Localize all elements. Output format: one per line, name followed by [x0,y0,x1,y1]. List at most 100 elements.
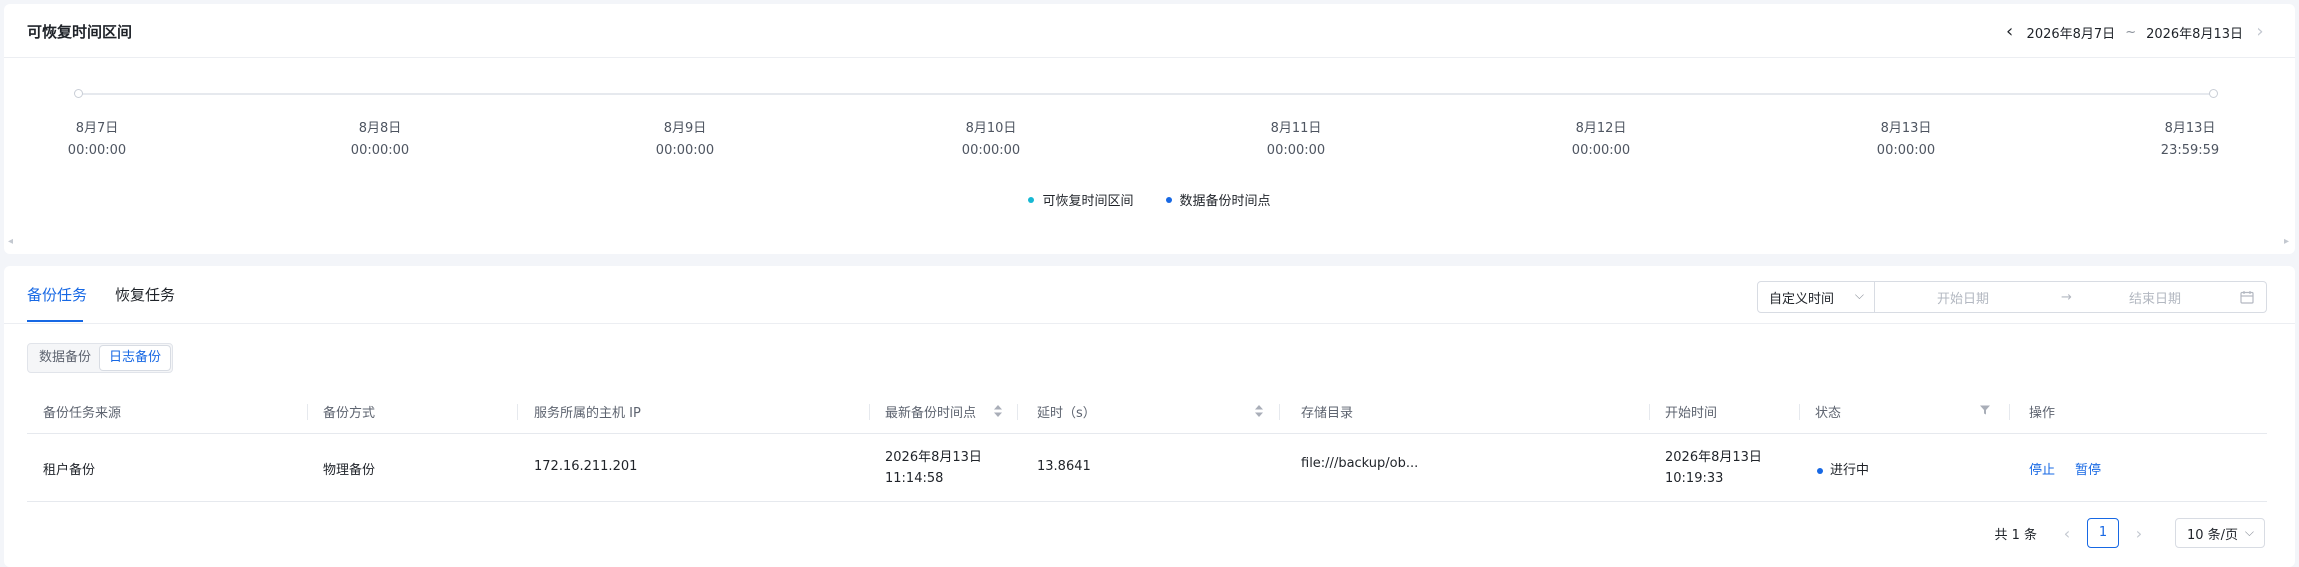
cell-latest-time: 11:14:58 [885,471,944,486]
tick-date: 8月10日 [965,121,1017,136]
sort-icon[interactable] [1254,403,1264,419]
tick-time: 00:00:00 [1876,143,1936,158]
cell-delay: 13.8641 [1037,459,1091,474]
date-range-navigator: ‹ 2026年8月7日 ~ 2026年8月13日 › [1999,20,2271,44]
scroll-left-icon[interactable]: ◂ [8,236,13,247]
timeline-end-marker-icon [2209,89,2218,98]
column-divider [869,404,870,420]
column-header-start-time: 开始时间 [1665,406,1718,421]
tick-time: 00:00:00 [350,143,410,158]
tick-time: 23:59:59 [2160,143,2220,158]
timeline-tick: 8月13日 23:59:59 [2120,118,2260,162]
timeline-tick: 8月13日 00:00:00 [1836,118,1976,162]
page-button-current[interactable]: 1 [2087,518,2119,548]
table-header: 备份任务来源 备份方式 服务所属的主机 IP 最新备份时间点 延时（s） 存储目… [27,389,2267,434]
range-start-text: 2026年8月7日 [2026,26,2116,42]
tick-date: 8月11日 [1270,121,1322,136]
recovery-range-header: 可恢复时间区间 ‹ 2026年8月7日 ~ 2026年8月13日 › [4,4,2295,58]
legend-label: 可恢复时间区间 [1042,194,1134,209]
table-row: 租户备份 物理备份 172.16.211.201 2026年8月13日 11:1… [27,434,2267,502]
cell-start-time: 2026年8月13日 10:19:33 [1665,447,1762,489]
tick-date: 8月7日 [75,121,119,136]
cell-host-ip: 172.16.211.201 [534,459,638,474]
column-header-source: 备份任务来源 [43,406,122,421]
calendar-icon[interactable] [2240,290,2254,304]
cell-latest-date: 2026年8月13日 [885,450,982,465]
timeline-tick: 8月9日 00:00:00 [615,118,755,162]
date-range-picker[interactable]: 开始日期 → 结束日期 [1875,281,2267,313]
column-header-status: 状态 [1815,406,1842,421]
timeline-tick: 8月8日 00:00:00 [310,118,450,162]
start-date-input[interactable]: 开始日期 [1937,288,1989,307]
legend-item-recoverable-range[interactable]: 可恢复时间区间 [1028,190,1134,209]
segment-log-backup[interactable]: 日志备份 [100,346,171,370]
scroll-right-icon[interactable]: ▸ [2284,236,2289,247]
column-header-latest-backup[interactable]: 最新备份时间点 [885,402,976,421]
status-text: 进行中 [1830,463,1870,478]
tick-date: 8月8日 [358,121,402,136]
column-divider [1799,404,1800,420]
column-header-method: 备份方式 [323,406,376,421]
filter-icon[interactable] [1979,404,1991,416]
tab-backup-tasks[interactable]: 备份任务 [27,284,87,305]
prev-page-icon[interactable]: ‹ [2053,524,2081,543]
active-tab-indicator [27,320,83,322]
tick-date: 8月9日 [663,121,707,136]
arrow-right-icon: → [2061,289,2072,305]
backup-type-segmented: 数据备份 日志备份 [27,343,174,373]
timeline-start-marker-icon [74,89,83,98]
tick-time: 00:00:00 [1266,143,1326,158]
time-filter: 自定义时间 ⌵ 开始日期 → 结束日期 [1757,281,2267,313]
time-mode-value: 自定义时间 [1769,291,1835,307]
chevron-down-icon: ⌵ [2244,525,2254,539]
tick-time: 00:00:00 [1571,143,1631,158]
next-range-icon[interactable]: › [2249,22,2271,42]
column-divider [1649,404,1650,420]
tick-date: 8月13日 [2164,121,2216,136]
status-dot-icon [1817,467,1823,474]
tick-time: 00:00:00 [961,143,1021,158]
column-divider [517,404,518,420]
task-card: 备份任务 恢复任务 自定义时间 ⌵ 开始日期 → 结束日期 数据备份 日志备份 … [4,266,2295,567]
task-tabs: 备份任务 恢复任务 自定义时间 ⌵ 开始日期 → 结束日期 [4,266,2295,324]
cell-start-date: 2026年8月13日 [1665,450,1762,465]
next-page-icon[interactable]: › [2125,524,2153,543]
timeline-track [76,93,2216,95]
column-divider [1279,404,1280,420]
stop-link[interactable]: 停止 [2029,459,2055,478]
tab-restore-tasks[interactable]: 恢复任务 [115,284,175,305]
timeline-tick: 8月12日 00:00:00 [1531,118,1671,162]
timeline-tick: 8月10日 00:00:00 [921,118,1061,162]
page-size-select[interactable]: 10 条/页 ⌵ [2175,518,2265,548]
blue-dot-icon [1165,196,1172,203]
column-divider [2009,404,2010,420]
time-mode-select[interactable]: 自定义时间 ⌵ [1757,281,1875,313]
range-end-text: 2026年8月13日 [2146,26,2243,42]
cell-source: 租户备份 [43,463,96,478]
cyan-dot-icon [1028,196,1035,203]
cell-start-clock: 10:19:33 [1665,471,1724,486]
cell-method: 物理备份 [323,463,376,478]
timeline-tick: 8月7日 00:00:00 [27,118,167,162]
column-header-actions: 操作 [2029,406,2056,421]
column-divider [307,404,308,420]
tick-date: 8月13日 [1880,121,1932,136]
segment-data-backup[interactable]: 数据备份 [30,346,100,370]
backup-task-table: 备份任务来源 备份方式 服务所属的主机 IP 最新备份时间点 延时（s） 存储目… [27,389,2267,502]
pagination: 共 1 条 ‹ 1 › 10 条/页 ⌵ [1994,517,2265,549]
end-date-input[interactable]: 结束日期 [2129,288,2181,307]
recovery-range-card: 可恢复时间区间 ‹ 2026年8月7日 ~ 2026年8月13日 › 8月7日 … [4,4,2295,254]
pagination-total: 共 1 条 [1994,527,2037,543]
prev-range-icon[interactable]: ‹ [1999,22,2021,42]
sort-icon[interactable] [993,403,1003,419]
legend-item-backup-point[interactable]: 数据备份时间点 [1165,190,1271,209]
recovery-range-title: 可恢复时间区间 [27,23,133,41]
chevron-down-icon: ⌵ [1854,288,1864,302]
tick-date: 8月12日 [1575,121,1627,136]
tick-time: 00:00:00 [67,143,127,158]
column-header-delay[interactable]: 延时（s） [1037,402,1096,421]
cell-status: 进行中 [1817,459,1869,478]
cell-latest-backup: 2026年8月13日 11:14:58 [885,447,982,489]
pause-link[interactable]: 暂停 [2075,459,2101,478]
legend-label: 数据备份时间点 [1179,194,1271,209]
